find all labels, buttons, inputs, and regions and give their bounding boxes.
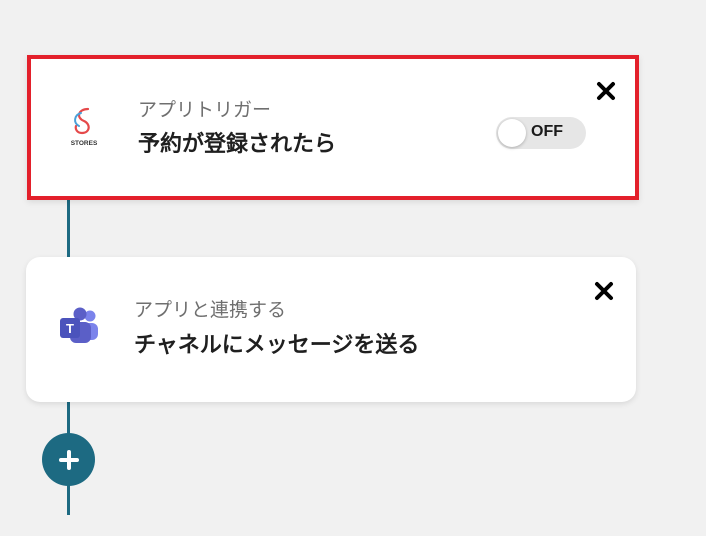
add-step-button[interactable] — [42, 433, 95, 486]
action-step-subtitle: アプリと連携する — [134, 299, 287, 321]
action-step-card[interactable]: T アプリと連携する チャネルにメッセージを送る — [26, 257, 636, 402]
trigger-enable-toggle[interactable]: OFF — [496, 117, 586, 149]
flow-connector-line-top — [67, 199, 70, 259]
close-icon[interactable] — [594, 79, 618, 103]
trigger-step-subtitle: アプリトリガー — [138, 99, 272, 121]
plus-icon — [58, 449, 79, 470]
flow-connector-line-bottom — [67, 485, 70, 515]
stores-logo-icon: STORES — [60, 101, 108, 149]
trigger-step-title: 予約が登録されたら — [138, 132, 337, 157]
toggle-state-label: OFF — [531, 123, 563, 140]
toggle-knob — [498, 119, 526, 147]
microsoft-teams-icon: T — [55, 303, 103, 351]
flow-connector-line-middle — [67, 401, 70, 435]
action-step-title: チャネルにメッセージを送る — [134, 333, 420, 358]
teams-logo-letter: T — [66, 321, 74, 336]
stores-logo-wordmark: STORES — [71, 140, 98, 147]
close-icon[interactable] — [592, 279, 616, 303]
trigger-step-card[interactable]: STORES アプリトリガー 予約が登録されたら OFF — [27, 55, 639, 200]
